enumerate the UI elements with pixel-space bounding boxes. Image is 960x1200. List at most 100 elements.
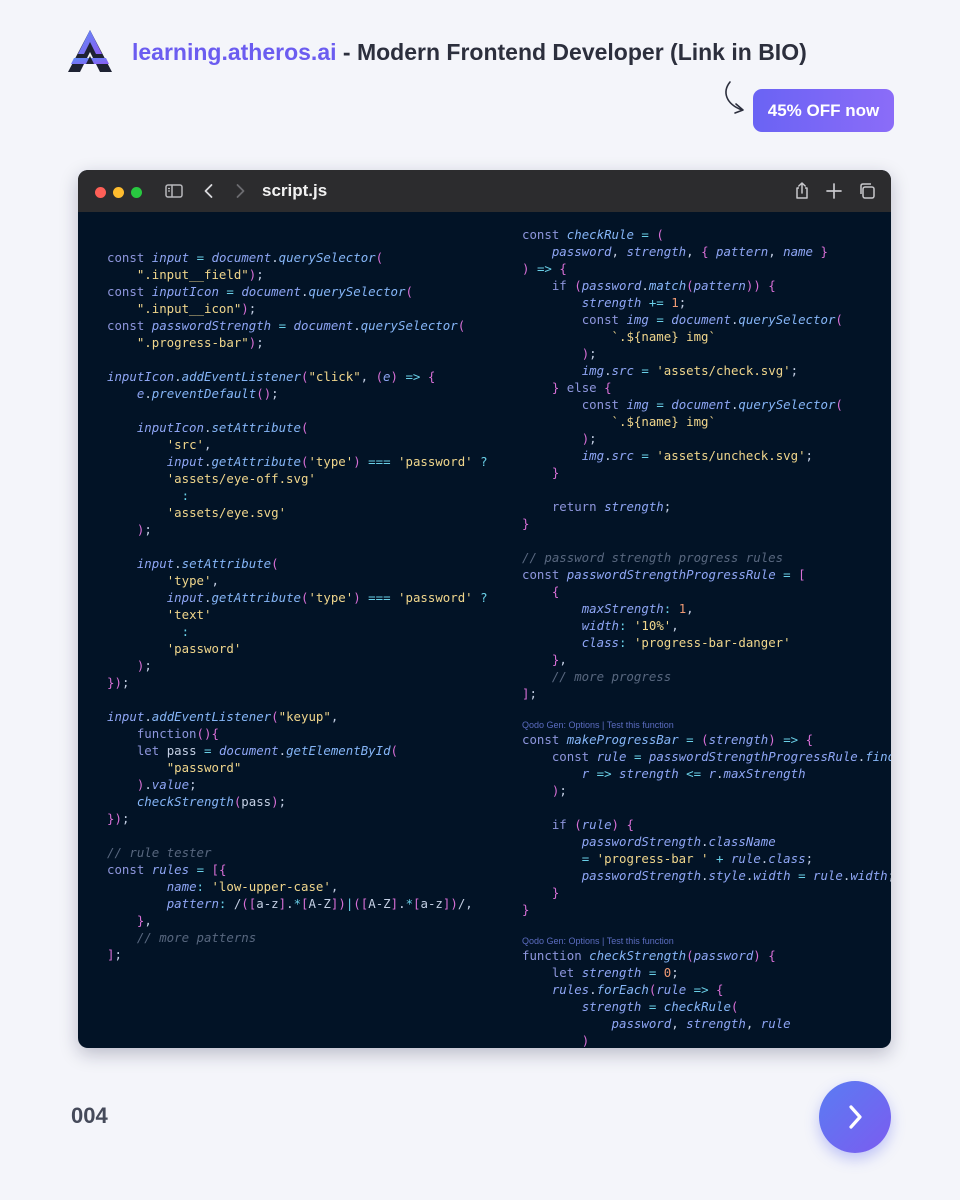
code-line: 'type', bbox=[166, 573, 219, 588]
code-line: if (password.match(pattern)) { bbox=[551, 278, 776, 293]
code-line: e.preventDefault(); bbox=[136, 386, 279, 401]
code-line: ); bbox=[136, 522, 152, 537]
headline-text: - Modern Frontend Developer (Link in BIO… bbox=[336, 38, 807, 65]
code-line: const img = document.querySelector( bbox=[581, 397, 843, 412]
code-line: const makeProgressBar = (strength) => { bbox=[522, 732, 814, 747]
code-line: const passwordStrengthProgressRule = [ bbox=[522, 567, 806, 582]
code-line: img.src = 'assets/check.svg'; bbox=[581, 363, 799, 378]
code-line: let strength = 0; bbox=[551, 965, 679, 980]
forward-icon[interactable] bbox=[230, 181, 250, 201]
code-line: ".input__field"); bbox=[136, 267, 264, 282]
code-line: input.getAttribute('type') === 'password… bbox=[166, 590, 488, 605]
code-line: name: 'low-upper-case', bbox=[166, 879, 339, 894]
header: learning.atheros.ai - Modern Frontend De… bbox=[64, 28, 807, 76]
code-line: // password strength progress rules bbox=[522, 550, 784, 565]
site-link[interactable]: learning.atheros.ai bbox=[132, 39, 337, 65]
code-line: // rule tester bbox=[107, 845, 212, 860]
page-headline: learning.atheros.ai - Modern Frontend De… bbox=[132, 39, 807, 66]
code-line: passwordStrength.className bbox=[581, 834, 776, 849]
code-line: ); bbox=[581, 431, 597, 446]
code-line: class: 'progress-bar-danger' bbox=[581, 635, 791, 650]
code-editor-window: script.js const input = document.querySe… bbox=[78, 170, 891, 1048]
code-line: } else { bbox=[551, 380, 612, 395]
code-line: `.${name} img` bbox=[611, 414, 716, 429]
code-line: input.getAttribute('type') === 'password… bbox=[166, 454, 488, 469]
code-line: if (rule) { bbox=[551, 817, 634, 832]
code-line: password, strength, { pattern, name } bbox=[551, 244, 828, 259]
back-icon[interactable] bbox=[199, 181, 219, 201]
code-line: // more patterns bbox=[107, 930, 257, 945]
code-line: }); bbox=[107, 811, 130, 826]
discount-badge[interactable]: 45% OFF now bbox=[753, 89, 894, 132]
code-line: ) => { bbox=[522, 261, 567, 276]
code-line: input.setAttribute( bbox=[136, 556, 279, 571]
code-line: { bbox=[551, 584, 560, 599]
code-panel-right: const checkRule = ( password, strength, … bbox=[522, 226, 891, 1048]
code-line: = 'progress-bar ' + rule.class; bbox=[581, 851, 814, 866]
code-line: width: '10%', bbox=[581, 618, 679, 633]
code-line: let pass = document.getElementById( bbox=[136, 743, 398, 758]
code-line: const rules = [{ bbox=[107, 862, 227, 877]
code-line: ".input__icon"); bbox=[136, 301, 257, 316]
code-line: r => strength <= r.maxStrength bbox=[581, 766, 806, 781]
code-line: input.addEventListener("keyup", bbox=[107, 709, 339, 724]
code-line: strength = checkRule( bbox=[581, 999, 739, 1014]
tabs-overview-icon[interactable] bbox=[857, 181, 877, 201]
code-line: rules.forEach(rule => { bbox=[551, 982, 724, 997]
code-line: ); bbox=[136, 658, 152, 673]
close-window-button[interactable] bbox=[95, 187, 106, 198]
code-line: inputIcon.setAttribute( bbox=[136, 420, 309, 435]
code-line: ).value; bbox=[136, 777, 197, 792]
share-icon[interactable] bbox=[792, 181, 812, 201]
code-line: // more progress bbox=[522, 669, 672, 684]
code-line: }); bbox=[107, 675, 130, 690]
next-page-button[interactable] bbox=[819, 1081, 891, 1153]
page-number: 004 bbox=[71, 1103, 108, 1128]
code-line: : bbox=[181, 488, 190, 503]
minimize-window-button[interactable] bbox=[113, 187, 124, 198]
code-line: ); bbox=[581, 346, 597, 361]
code-line: ); bbox=[551, 783, 567, 798]
code-line: } bbox=[551, 885, 560, 900]
code-line: ".progress-bar"); bbox=[136, 335, 264, 350]
code-line: 'assets/eye-off.svg' bbox=[166, 471, 316, 486]
code-line: const input = document.querySelector( bbox=[107, 250, 384, 265]
new-tab-icon[interactable] bbox=[824, 181, 844, 201]
codelens-hint: Qodo Gen: Options | Test this function bbox=[522, 720, 674, 730]
code-line: passwordStrength.style.width = rule.widt… bbox=[581, 868, 891, 883]
code-line: `.${name} img` bbox=[611, 329, 716, 344]
code-line: function(){ bbox=[136, 726, 219, 741]
code-panel-left: const input = document.querySelector( ".… bbox=[107, 232, 488, 963]
code-line: "password" bbox=[166, 760, 242, 775]
code-line: 'text' bbox=[166, 607, 212, 622]
code-line: 'src', bbox=[166, 437, 212, 452]
code-line: strength += 1; bbox=[581, 295, 687, 310]
sidebar-toggle-icon[interactable] bbox=[164, 181, 184, 201]
code-line: ]; bbox=[522, 686, 537, 701]
code-line: checkStrength(pass); bbox=[136, 794, 287, 809]
code-line: } bbox=[522, 902, 530, 917]
code-line: }, bbox=[136, 913, 152, 928]
code-line: img.src = 'assets/uncheck.svg'; bbox=[581, 448, 814, 463]
code-line: const img = document.querySelector( bbox=[581, 312, 843, 327]
code-line: : bbox=[181, 624, 190, 639]
code-line: maxStrength: 1, bbox=[581, 601, 694, 616]
code-line: }, bbox=[551, 652, 567, 667]
code-line: } bbox=[522, 516, 530, 531]
code-line: return strength; bbox=[551, 499, 672, 514]
codelens-hint: Qodo Gen: Options | Test this function bbox=[522, 936, 674, 946]
code-line: password, strength, rule bbox=[611, 1016, 791, 1031]
code-line: ]; bbox=[107, 947, 122, 962]
code-line: 'password' bbox=[166, 641, 242, 656]
code-line: inputIcon.addEventListener("click", (e) … bbox=[107, 369, 436, 384]
zoom-window-button[interactable] bbox=[131, 187, 142, 198]
